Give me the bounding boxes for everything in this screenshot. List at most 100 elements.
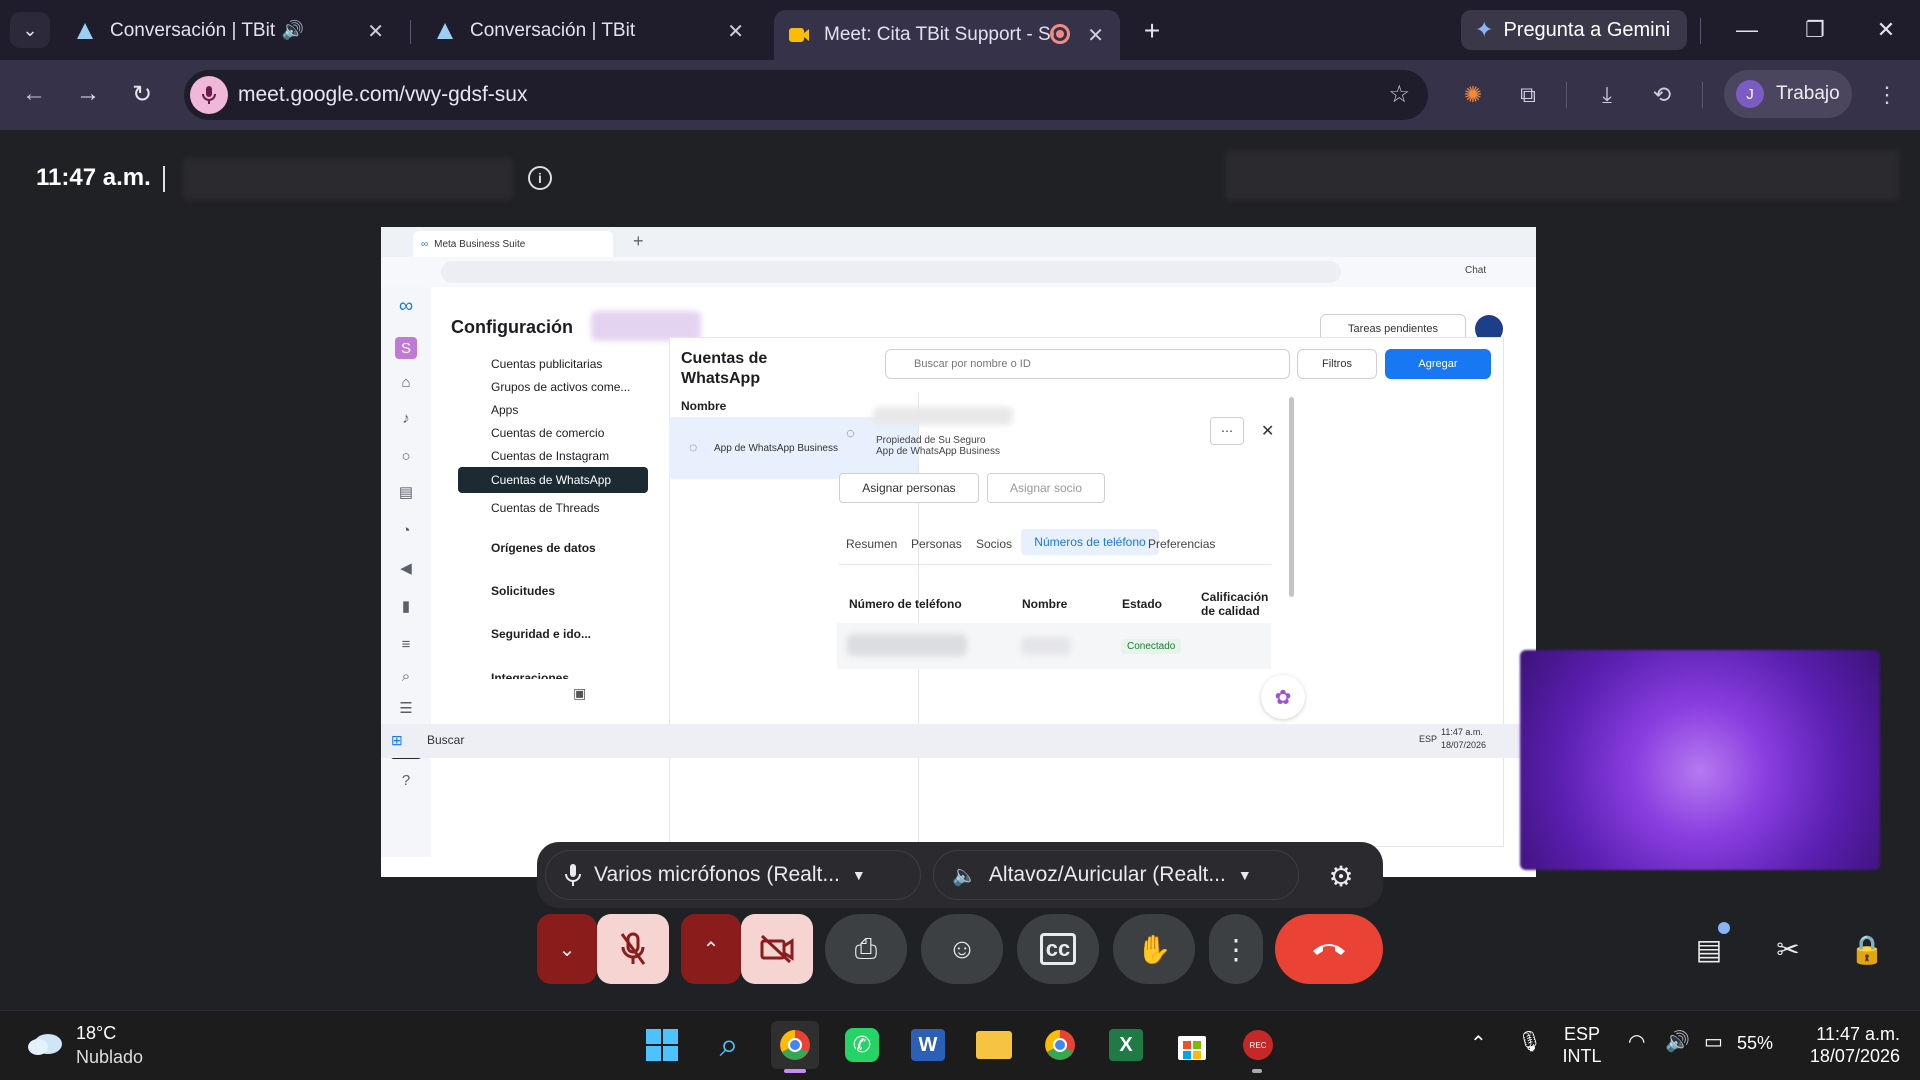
forward-button[interactable]: → bbox=[68, 74, 108, 114]
collapse-icon: ▣ bbox=[573, 685, 587, 701]
activities-tools-icon: ✂ bbox=[1776, 933, 1800, 965]
word-taskbar-button[interactable]: W bbox=[904, 1021, 952, 1069]
shared-search-label: Buscar bbox=[427, 733, 465, 747]
clock-date: 18/07/2026 bbox=[1809, 1046, 1900, 1066]
nav-item: Apps bbox=[491, 403, 519, 417]
recorder-taskbar-button[interactable]: REC bbox=[1234, 1021, 1282, 1069]
tab-title: Conversación | TBit bbox=[470, 20, 636, 41]
history-icon[interactable]: ⟲ bbox=[1645, 78, 1679, 112]
restore-button[interactable]: ❐ bbox=[1795, 14, 1835, 46]
weather-description[interactable]: Nublado bbox=[76, 1047, 143, 1068]
gear-icon: ⚙ bbox=[1328, 860, 1354, 892]
nav-active-label: Cuentas de WhatsApp bbox=[491, 473, 612, 487]
leave-call-button[interactable] bbox=[1275, 914, 1383, 984]
extensions-puzzle-icon[interactable]: ⧉ bbox=[1511, 78, 1545, 112]
browser-tab-1[interactable]: Conversación | TBit 🔊 ✕ bbox=[60, 10, 400, 52]
detail-tab: Resumen bbox=[846, 537, 898, 551]
weather-temperature[interactable]: 18°C bbox=[76, 1023, 116, 1044]
store-taskbar-button[interactable] bbox=[1168, 1021, 1216, 1069]
captions-button[interactable]: cc bbox=[1017, 914, 1099, 984]
host-controls-button[interactable]: 🔒 bbox=[1844, 926, 1890, 972]
info-icon[interactable]: i bbox=[528, 166, 552, 190]
microphone-icon bbox=[565, 864, 581, 886]
tab-search-button[interactable]: ⌄ bbox=[10, 12, 50, 48]
video-options-button[interactable]: ⌃ bbox=[681, 914, 741, 984]
microphone-select[interactable]: Varios micrófonos (Realt... ▼ bbox=[545, 850, 921, 900]
whatsapp-panel bbox=[669, 337, 1504, 847]
present-screen-button[interactable]: ⎙ bbox=[825, 914, 907, 984]
browser-tab-2[interactable]: Conversación | TBit ✕ bbox=[420, 10, 760, 52]
close-icon[interactable]: ✕ bbox=[367, 19, 384, 44]
nav-item: Grupos de activos come... bbox=[491, 380, 631, 394]
detail-tab: Preferencias bbox=[1148, 537, 1216, 551]
present-screen-icon: ⎙ bbox=[854, 932, 878, 964]
running-indicator bbox=[1252, 1069, 1262, 1073]
microphone-toggle-button[interactable] bbox=[597, 914, 669, 984]
chat-label: Chat bbox=[1465, 265, 1487, 276]
chat-icon: ▤ bbox=[1695, 933, 1723, 965]
activities-button[interactable]: ✂ bbox=[1765, 926, 1811, 972]
active-indicator bbox=[784, 1069, 806, 1073]
battery-icon[interactable]: ▭ bbox=[1704, 1029, 1723, 1054]
chat-icon: ○ bbox=[401, 447, 411, 465]
arrow-right-icon: → bbox=[76, 80, 100, 107]
speaker-select[interactable]: 🔈 Altavoz/Auricular (Realt... ▼ bbox=[933, 850, 1299, 900]
system-clock[interactable]: 11:47 a.m. 18/07/2026 bbox=[1790, 1023, 1900, 1067]
wifi-icon[interactable]: ◠ bbox=[1628, 1029, 1645, 1054]
gemini-button[interactable]: ✦ Pregunta a Gemini bbox=[1461, 10, 1687, 50]
camera-toggle-button[interactable] bbox=[741, 914, 813, 984]
extension-icon[interactable]: ✺ bbox=[1456, 78, 1490, 112]
assign-people-button: Asignar personas bbox=[839, 473, 979, 503]
search-icon: ⌕ bbox=[719, 1025, 739, 1064]
shared-url-box bbox=[441, 261, 1341, 283]
hand-icon: ✋ bbox=[1136, 933, 1172, 965]
self-view-tile[interactable] bbox=[1520, 650, 1880, 870]
file-explorer-taskbar-button[interactable] bbox=[970, 1021, 1018, 1069]
arrow-left-icon: ← bbox=[22, 80, 46, 107]
battery-percent: 55% bbox=[1737, 1033, 1774, 1053]
filters-label: Filtros bbox=[1322, 358, 1352, 370]
audio-options-button[interactable]: ⌄ bbox=[537, 914, 597, 984]
close-icon[interactable]: ✕ bbox=[1087, 23, 1104, 48]
speaker-icon[interactable]: 🔊 bbox=[282, 20, 304, 41]
search-taskbar-button[interactable]: ⌕ bbox=[705, 1021, 753, 1069]
settings-button[interactable]: ⚙ bbox=[1321, 856, 1361, 896]
whatsapp-icon: ✆ bbox=[845, 1028, 879, 1062]
nav-group: Orígenes de datos bbox=[491, 541, 596, 555]
chevron-up-icon[interactable]: ⌃ bbox=[1470, 1031, 1487, 1056]
profile-button[interactable]: J Trabajo bbox=[1724, 70, 1852, 118]
add-button: Agregar bbox=[1385, 349, 1491, 379]
download-icon[interactable]: ⤓ bbox=[1590, 78, 1624, 112]
new-tab-button[interactable]: + bbox=[1135, 14, 1169, 48]
chevron-up-icon: ⌃ bbox=[702, 938, 720, 961]
more-options-button[interactable]: ⋮ bbox=[1209, 914, 1263, 984]
minimize-button[interactable]: — bbox=[1727, 14, 1767, 46]
windows-start-button[interactable] bbox=[638, 1021, 686, 1069]
whatsapp-icon: ◌ bbox=[689, 439, 698, 455]
bookmark-star-icon[interactable]: ☆ bbox=[1388, 80, 1410, 109]
browser-tab-meet[interactable]: Meet: Cita TBit Support - Su ✕ bbox=[774, 10, 1120, 60]
back-button[interactable]: ← bbox=[14, 74, 54, 114]
site-mic-chip[interactable] bbox=[190, 76, 228, 114]
phone-number-blurred bbox=[847, 634, 967, 656]
close-icon[interactable]: ✕ bbox=[727, 19, 744, 44]
search-icon: ⌕ bbox=[401, 667, 411, 685]
reactions-button[interactable]: ☺ bbox=[921, 914, 1003, 984]
whatsapp-taskbar-button[interactable]: ✆ bbox=[838, 1021, 886, 1069]
plus-icon: + bbox=[1143, 15, 1161, 46]
raise-hand-button[interactable]: ✋ bbox=[1113, 914, 1195, 984]
reload-button[interactable]: ↻ bbox=[122, 74, 162, 114]
windows-taskbar: 18°C Nublado ⌕ ✆ W X REC ⌃ 🎙 ESP INTL ◠ … bbox=[0, 1010, 1920, 1080]
volume-icon[interactable]: 🔊 bbox=[1665, 1029, 1690, 1054]
chrome-profile-taskbar-button[interactable] bbox=[1036, 1021, 1084, 1069]
shared-lang: ESP bbox=[1419, 734, 1438, 744]
browser-tab-strip: ⌄ Conversación | TBit 🔊 ✕ Conversación |… bbox=[0, 0, 1920, 60]
input-language[interactable]: ESP INTL bbox=[1560, 1023, 1604, 1067]
microphone-icon[interactable]: 🎙 bbox=[1517, 1029, 1542, 1054]
excel-taskbar-button[interactable]: X bbox=[1102, 1021, 1150, 1069]
address-bar[interactable]: meet.google.com/vwy-gdsf-sux ☆ bbox=[184, 70, 1428, 120]
chrome-taskbar-button[interactable] bbox=[771, 1021, 819, 1069]
close-window-button[interactable]: ✕ bbox=[1866, 14, 1906, 46]
divider bbox=[1566, 82, 1567, 108]
menu-kebab-icon[interactable]: ⋮ bbox=[1870, 78, 1904, 112]
